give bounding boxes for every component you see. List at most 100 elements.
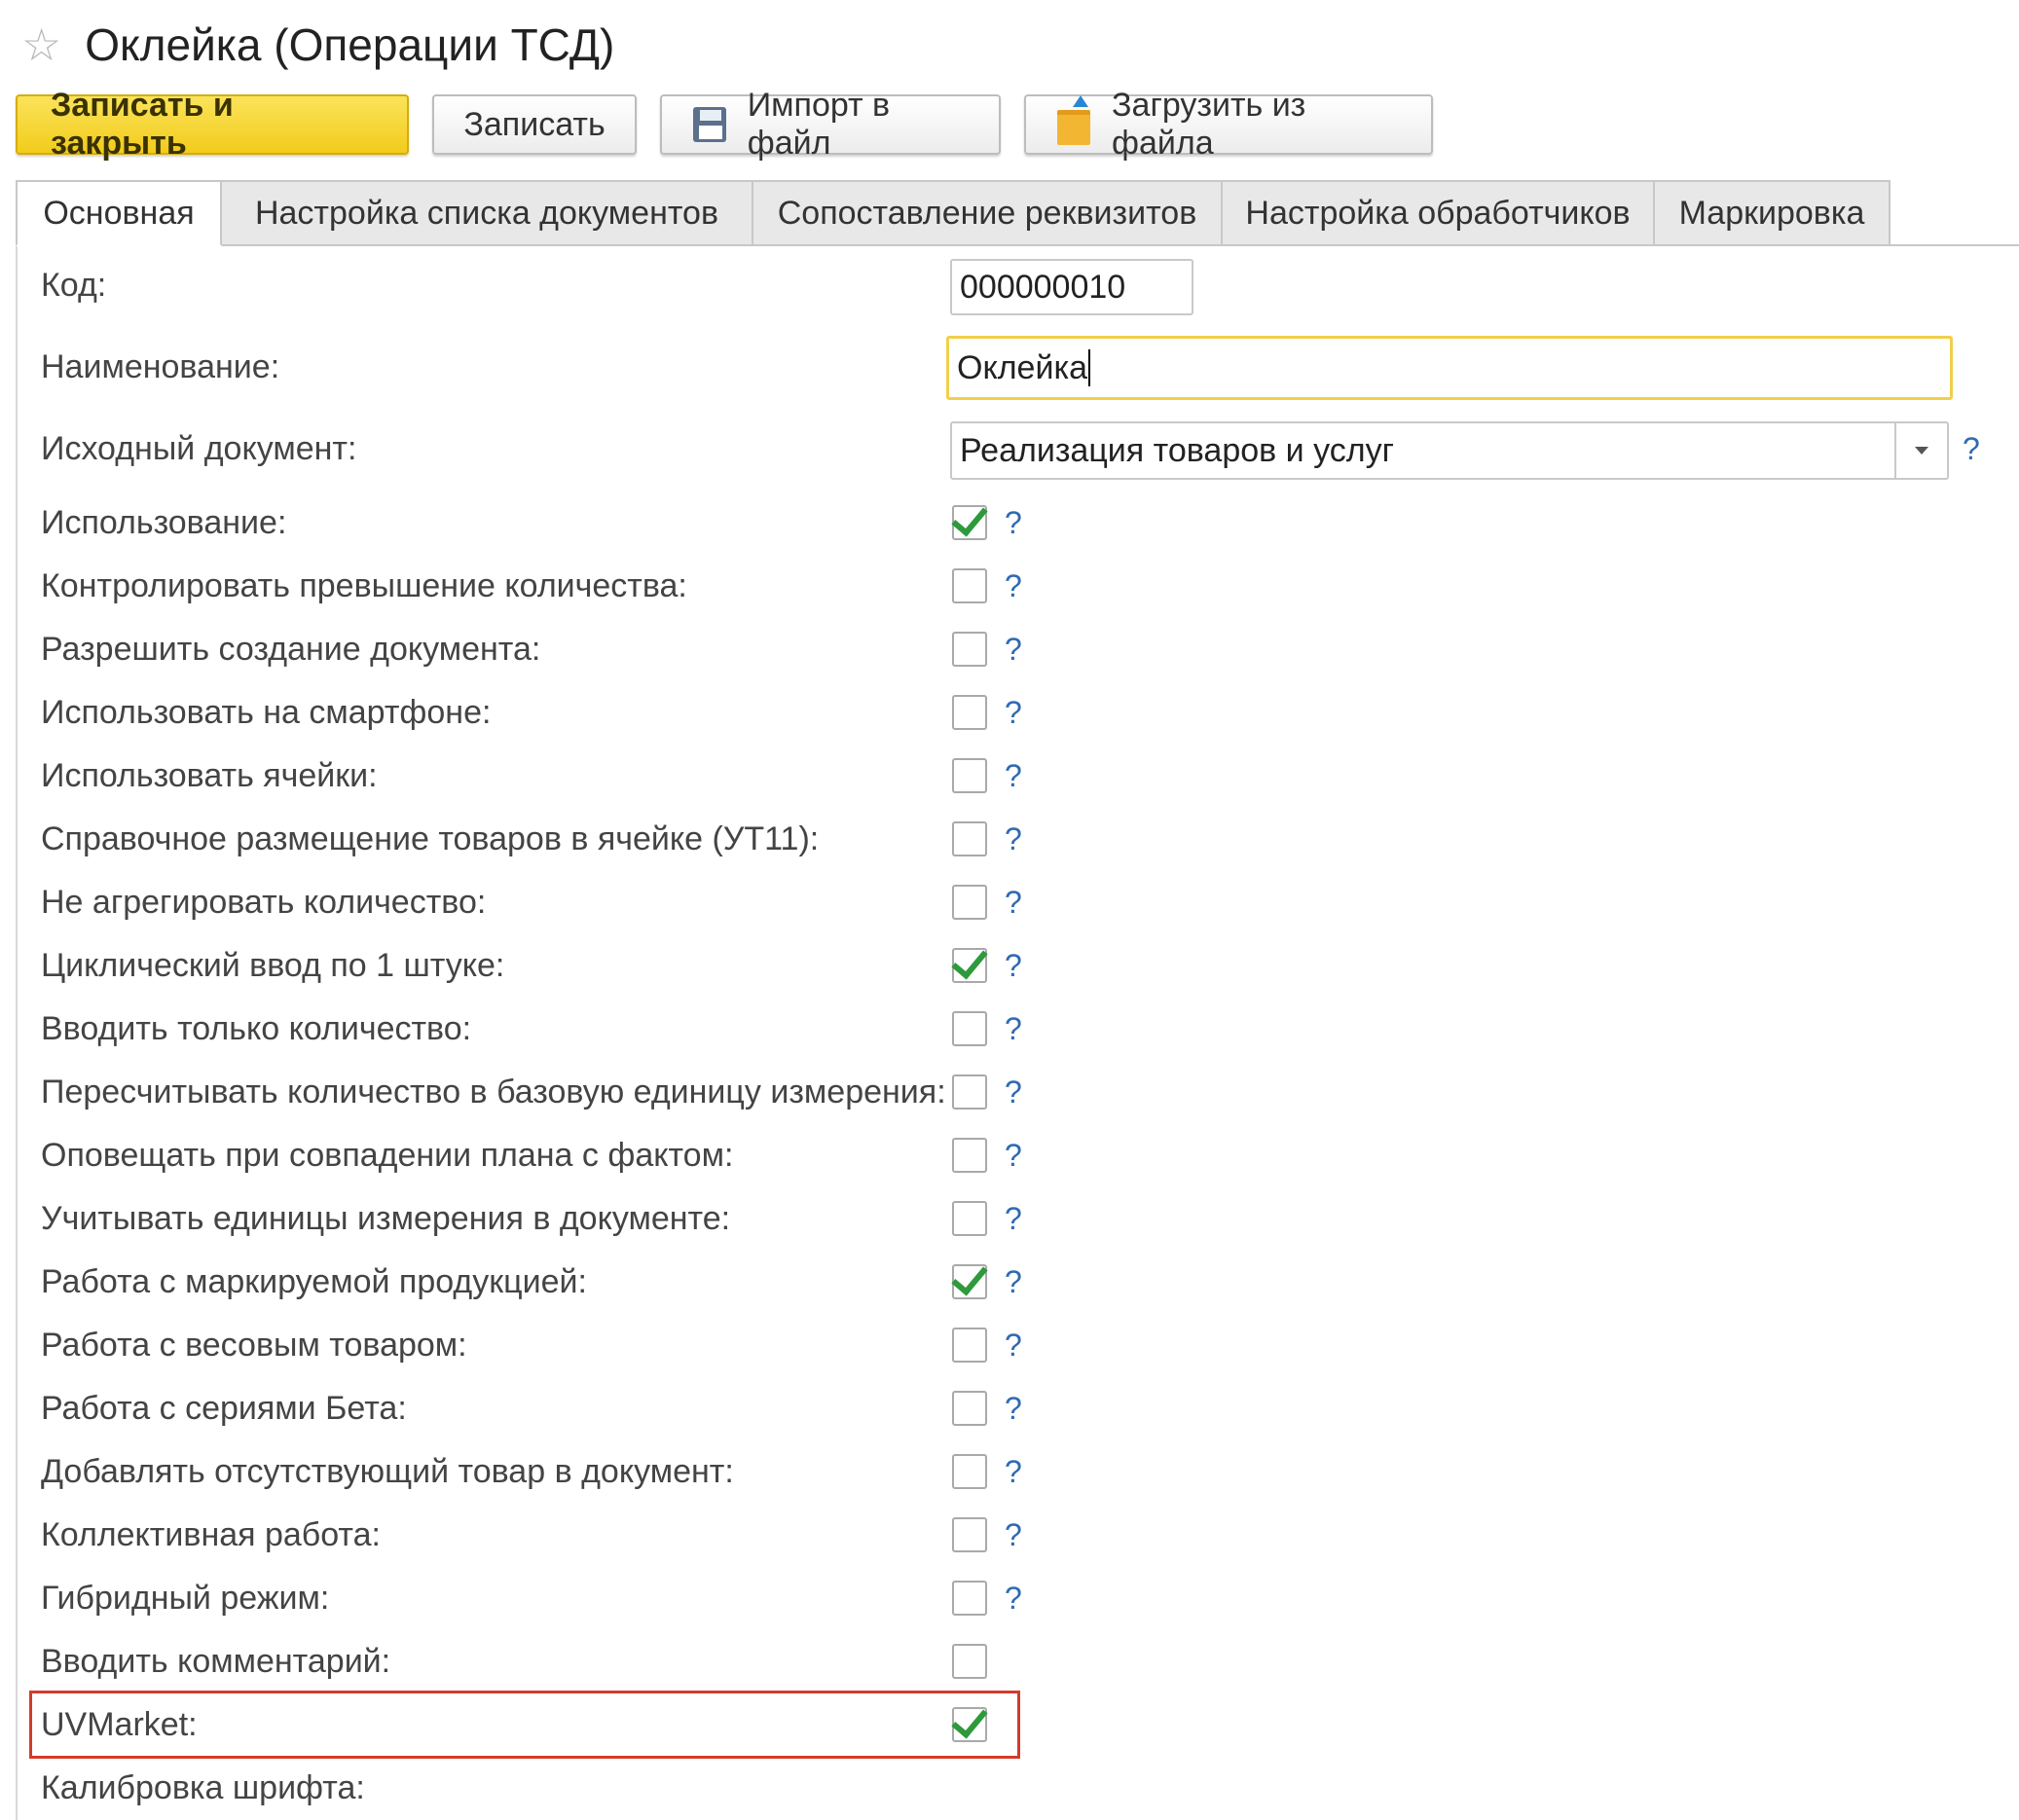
help-icon[interactable]: ?: [1005, 815, 1022, 863]
import-label: Импорт в файл: [747, 87, 891, 162]
checkbox-label: Оповещать при совпадении плана с фактом:: [41, 1137, 734, 1174]
save-label: Записать: [463, 105, 606, 143]
chevron-down-icon: [1915, 447, 1928, 455]
help-icon[interactable]: ?: [1005, 1321, 1022, 1369]
page-title: Оклейка (Операции ТСД): [85, 19, 615, 70]
checkbox-label: Работа с сериями Бета:: [41, 1390, 407, 1427]
checkbox-row: Разрешить создание документа:?: [0, 625, 1071, 673]
save-and-close-button[interactable]: Записать и закрыть: [16, 87, 409, 162]
checkbox-row: Работа с весовым товаром:?: [0, 1321, 1071, 1369]
checkmark-icon: [951, 1257, 988, 1296]
checkbox[interactable]: [952, 1517, 987, 1552]
help-icon[interactable]: ?: [1005, 1511, 1022, 1559]
checkbox-label: Циклический ввод по 1 штуке:: [41, 947, 505, 984]
checkbox-row: Использовать на смартфоне:?: [0, 688, 1071, 737]
save-and-close-label: Записать и закрыть: [51, 87, 234, 162]
checkbox[interactable]: [952, 1581, 987, 1616]
checkbox[interactable]: [952, 1391, 987, 1426]
checkbox-label: Не агрегировать количество:: [41, 884, 487, 921]
checkbox-label: Учитывать единицы измерения в документе:: [41, 1200, 731, 1237]
favorite-star-icon[interactable]: ☆: [21, 22, 61, 67]
toolbar: Записать и закрыть Записать Импорт в фай…: [16, 87, 1433, 162]
source-document-help-icon[interactable]: ?: [1963, 431, 1980, 467]
checkbox-row: Использование:?: [0, 498, 1071, 547]
checkbox-label: Работа с маркируемой продукцией:: [41, 1263, 587, 1300]
help-icon[interactable]: ?: [1005, 1068, 1022, 1116]
checkbox-label: Пересчитывать количество в базовую едини…: [41, 1074, 946, 1110]
checkbox-label: Добавлять отсутствующий товар в документ…: [41, 1453, 734, 1490]
checkbox[interactable]: [952, 1454, 987, 1489]
help-icon[interactable]: ?: [1005, 1257, 1022, 1306]
checkbox-label: Работа с весовым товаром:: [41, 1327, 467, 1364]
help-icon[interactable]: ?: [1005, 1194, 1022, 1243]
floppy-disk-icon: [693, 107, 726, 142]
checkbox-row: Не агрегировать количество:?: [0, 878, 1071, 927]
help-icon[interactable]: ?: [1005, 1447, 1022, 1496]
help-icon[interactable]: ?: [1005, 625, 1022, 673]
checkbox-label: Вводить комментарий:: [41, 1643, 391, 1680]
checkbox[interactable]: [951, 1257, 988, 1299]
checkbox[interactable]: [952, 1011, 987, 1046]
tab-document-list-settings[interactable]: Настройка списка документов: [220, 180, 753, 246]
checkbox-row: Вводить только количество:?: [0, 1004, 1071, 1053]
load-label: Загрузить из файла: [1112, 87, 1306, 162]
checkbox[interactable]: [952, 1644, 987, 1679]
dropdown-button[interactable]: [1894, 423, 1947, 478]
checkbox-row: Учитывать единицы измерения в документе:…: [0, 1194, 1071, 1243]
name-label: Наименование:: [41, 348, 280, 385]
checkbox[interactable]: [952, 632, 987, 667]
checkbox-row: Пересчитывать количество в базовую едини…: [0, 1068, 1071, 1116]
name-value: Оклейка: [957, 348, 1087, 386]
help-icon[interactable]: ?: [1005, 1004, 1022, 1053]
checkbox-label: Справочное размещение товаров в ячейке (…: [41, 820, 820, 857]
checkmark-icon: [951, 941, 988, 980]
checkbox-row: Вводить комментарий:: [0, 1637, 1071, 1686]
checkmark-icon: [951, 498, 988, 537]
checkbox[interactable]: [952, 885, 987, 920]
import-to-file-button[interactable]: Импорт в файл: [660, 87, 1001, 162]
checkbox[interactable]: [952, 1328, 987, 1363]
help-icon[interactable]: ?: [1005, 498, 1022, 547]
tab-handler-settings[interactable]: Настройка обработчиков: [1221, 180, 1655, 246]
checkbox-label: Использовать на смартфоне:: [41, 694, 492, 731]
checkbox[interactable]: [952, 758, 987, 793]
code-label: Код:: [41, 267, 107, 304]
help-icon[interactable]: ?: [1005, 1131, 1022, 1180]
checkbox[interactable]: [952, 1074, 987, 1110]
name-input[interactable]: Оклейка: [946, 336, 1953, 400]
checkbox-label: Калибровка шрифта:: [41, 1769, 365, 1806]
checkbox-row: Работа с маркируемой продукцией:?: [0, 1257, 1071, 1306]
checkbox[interactable]: [952, 695, 987, 730]
checkbox-row: Гибридный режим:?: [0, 1574, 1071, 1622]
checkbox-row: Коллективная работа:?: [0, 1511, 1071, 1559]
source-document-select[interactable]: Реализация товаров и услуг: [950, 421, 1949, 480]
checkbox-label: Разрешить создание документа:: [41, 631, 541, 668]
text-cursor: [1087, 349, 1090, 386]
tab-main[interactable]: Основная: [16, 180, 222, 246]
checkbox-row: Работа с сериями Бета:?: [0, 1384, 1071, 1433]
checkbox[interactable]: [951, 498, 988, 540]
help-icon[interactable]: ?: [1005, 562, 1022, 610]
checkbox[interactable]: [952, 821, 987, 856]
tab-attribute-mapping[interactable]: Сопоставление реквизитов: [752, 180, 1223, 246]
tab-marking[interactable]: Маркировка: [1653, 180, 1891, 246]
highlight-box: [29, 1691, 1020, 1759]
checkbox-label: Вводить только количество:: [41, 1010, 472, 1047]
help-icon[interactable]: ?: [1005, 1384, 1022, 1433]
checkbox-row: Калибровка шрифта:: [0, 1764, 1071, 1812]
checkbox[interactable]: [952, 568, 987, 603]
load-from-file-button[interactable]: Загрузить из файла: [1024, 87, 1433, 162]
help-icon[interactable]: ?: [1005, 688, 1022, 737]
checkbox[interactable]: [952, 1138, 987, 1173]
title-bar: ☆ Оклейка (Операции ТСД): [21, 16, 614, 74]
help-icon[interactable]: ?: [1005, 751, 1022, 800]
checkbox[interactable]: [951, 941, 988, 983]
help-icon[interactable]: ?: [1005, 941, 1022, 990]
checkbox-label: Использование:: [41, 504, 287, 541]
save-button[interactable]: Записать: [432, 94, 637, 155]
help-icon[interactable]: ?: [1005, 1574, 1022, 1622]
help-icon[interactable]: ?: [1005, 878, 1022, 927]
code-input[interactable]: 000000010: [950, 259, 1193, 315]
source-document-value: Реализация товаров и услуг: [960, 431, 1394, 469]
checkbox[interactable]: [952, 1201, 987, 1236]
